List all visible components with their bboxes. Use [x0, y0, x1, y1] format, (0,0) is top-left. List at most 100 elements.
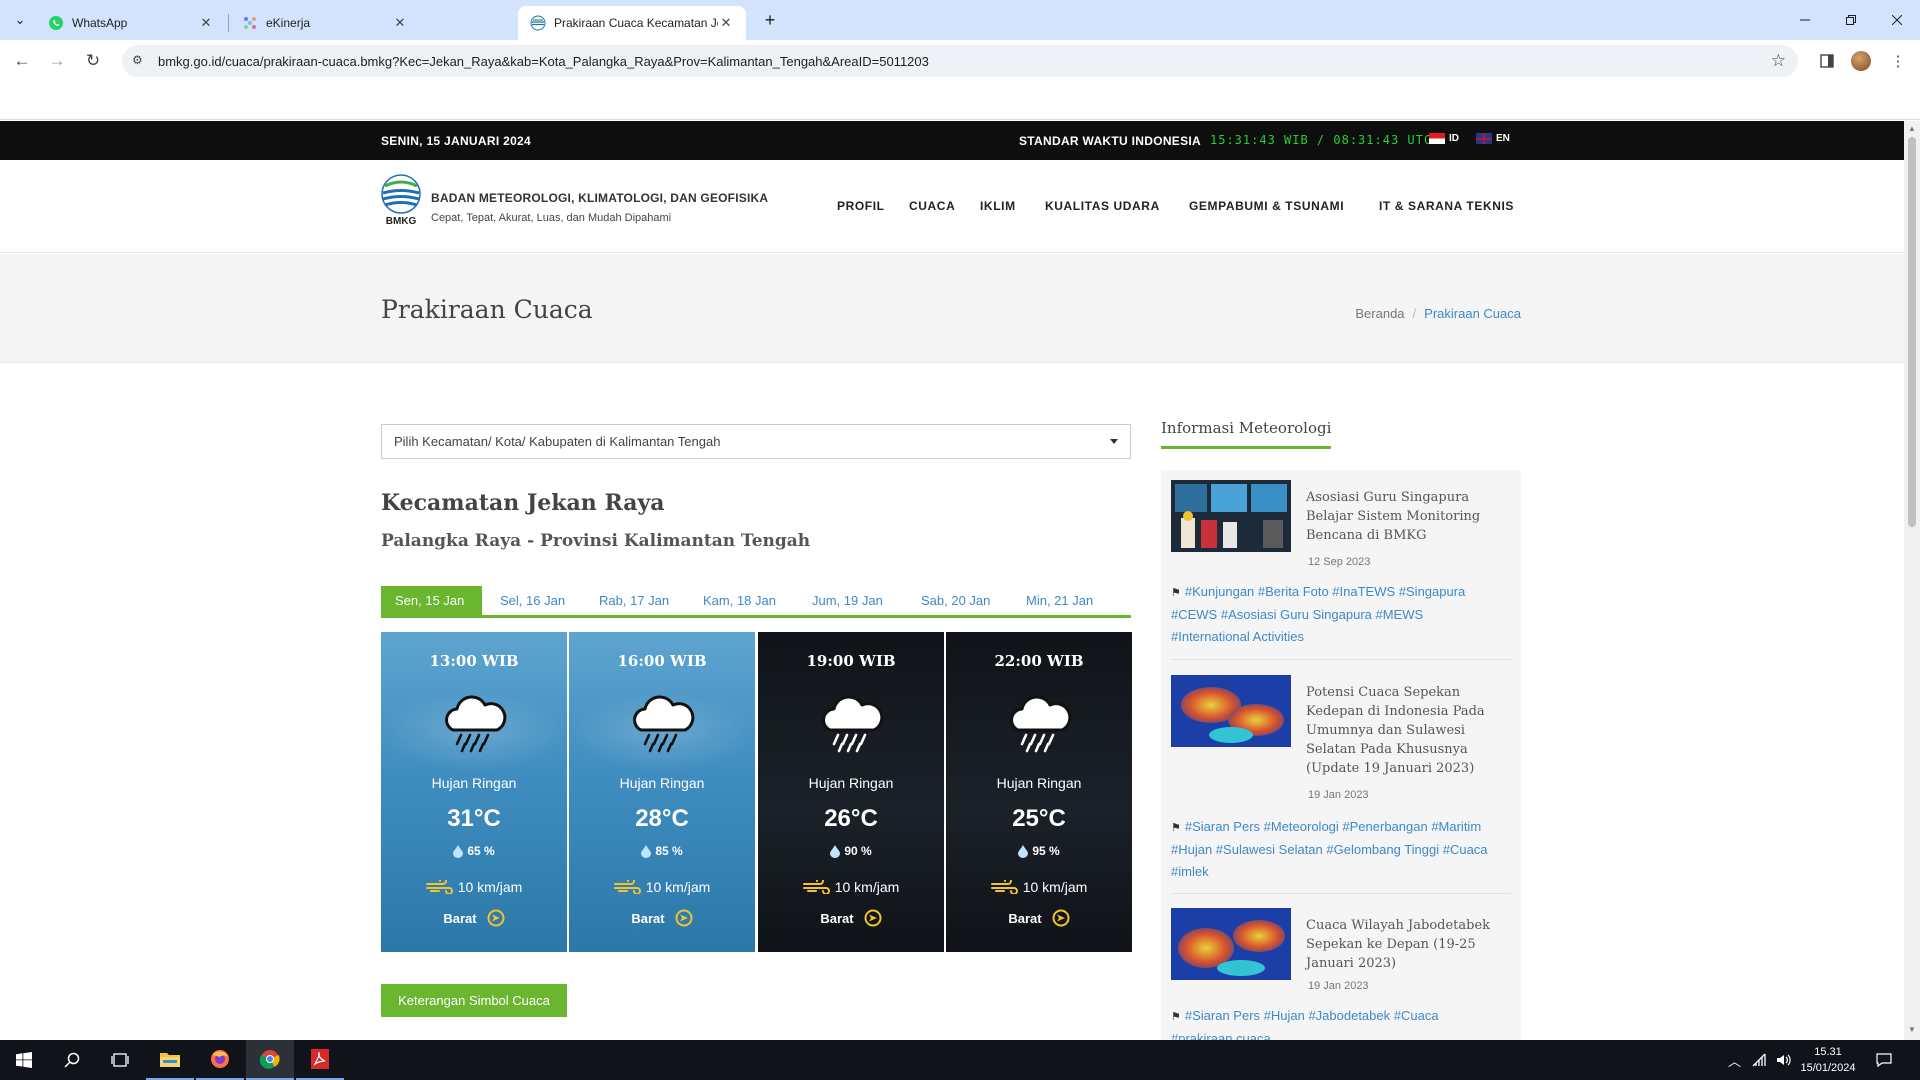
wind-direction: Barat	[631, 910, 665, 926]
scroll-thumb[interactable]	[1908, 137, 1916, 527]
light-rain-cloud-icon	[1010, 695, 1072, 753]
back-button[interactable]: ←	[10, 49, 34, 73]
task-view-icon	[111, 1053, 129, 1067]
news-tag-list[interactable]: #Siaran Pers #Meteorologi #Penerbangan #…	[1171, 819, 1488, 879]
tab-search-button[interactable]: ⌄	[8, 8, 32, 32]
notification-icon	[1876, 1053, 1892, 1068]
bmkg-icon	[530, 15, 546, 31]
forecast-condition: Hujan Ringan	[431, 775, 517, 791]
minimize-button[interactable]	[1782, 0, 1828, 40]
bookmark-star-icon[interactable]: ☆	[1771, 51, 1786, 71]
bmkg-logo[interactable]: BMKG	[381, 174, 421, 226]
reload-button[interactable]: ↻	[81, 49, 105, 73]
page-scrollbar[interactable]: ▲ ▼	[1904, 121, 1920, 1040]
site-info-icon[interactable]: ⚙	[132, 53, 148, 69]
water-drop-icon	[641, 844, 652, 858]
close-window-button[interactable]	[1874, 0, 1920, 40]
wind-icon	[802, 880, 830, 894]
menu-gempabumi-tsunami[interactable]: GEMPABUMI & TSUNAMI	[1189, 199, 1344, 213]
forecast-direction: Barat	[758, 909, 944, 927]
address-bar[interactable]: ⚙ ☆	[122, 45, 1798, 77]
news-thumbnail[interactable]	[1171, 908, 1291, 980]
side-panel-button[interactable]	[1815, 49, 1839, 73]
forecast-cards: 13:00 WIB Hujan Ringan 31°C 65 % 10 km/j…	[381, 632, 1132, 952]
forecast-direction: Barat	[946, 909, 1132, 927]
wind-icon	[990, 880, 1018, 894]
network-tray[interactable]	[1752, 1040, 1768, 1080]
lang-en-link[interactable]: EN	[1476, 133, 1510, 144]
news-tag-list[interactable]: #Siaran Pers #Hujan #Jabodetabek #Cuaca …	[1171, 1008, 1439, 1040]
wind-icon	[613, 880, 641, 894]
day-tab-rab[interactable]: Rab, 17 Jan	[585, 586, 683, 615]
forecast-time: 16:00 WIB	[617, 652, 707, 670]
day-tab-jum[interactable]: Jum, 19 Jan	[798, 586, 897, 615]
menu-cuaca[interactable]: CUACA	[909, 199, 955, 213]
news-thumbnail[interactable]	[1171, 675, 1291, 747]
new-tab-button[interactable]: +	[758, 8, 782, 32]
wind-direction-arrow-icon	[864, 909, 882, 927]
news-divider	[1171, 893, 1511, 894]
location-subtitle: Palangka Raya - Provinsi Kalimantan Teng…	[381, 531, 811, 551]
close-icon[interactable]: ✕	[392, 15, 408, 31]
tab-bmkg-active[interactable]: Prakiraan Cuaca Kecamatan Jek ✕	[518, 6, 746, 40]
task-view-button[interactable]	[96, 1040, 144, 1080]
profile-avatar[interactable]	[1851, 51, 1871, 71]
scroll-up-icon[interactable]: ▲	[1908, 125, 1916, 133]
scroll-down-icon[interactable]: ▼	[1908, 1026, 1916, 1034]
browser-tab-bar: ⌄ WhatsApp ✕ eKinerja ✕ Prakiraan Cuaca …	[0, 0, 1920, 40]
file-explorer-taskbar[interactable]	[146, 1040, 194, 1080]
close-icon	[1892, 15, 1902, 25]
forecast-condition: Hujan Ringan	[996, 775, 1082, 791]
day-tab-sab[interactable]: Sab, 20 Jan	[907, 586, 1004, 615]
menu-it-sarana-teknis[interactable]: IT & SARANA TEKNIS	[1379, 199, 1514, 213]
chrome-icon	[260, 1050, 280, 1069]
wind-direction: Barat	[820, 910, 854, 926]
tag-icon: ⚑	[1171, 822, 1181, 834]
restore-icon	[1846, 15, 1856, 25]
menu-profil[interactable]: PROFIL	[837, 199, 885, 213]
search-button[interactable]	[48, 1040, 96, 1080]
chrome-taskbar[interactable]	[246, 1040, 294, 1080]
volume-tray[interactable]	[1776, 1040, 1792, 1080]
start-button[interactable]	[0, 1040, 48, 1080]
menu-button[interactable]: ⋮	[1886, 49, 1910, 73]
search-icon	[64, 1052, 80, 1068]
url-input[interactable]	[158, 45, 1718, 77]
pdf-reader-taskbar[interactable]	[296, 1040, 344, 1080]
tab-divider	[228, 14, 229, 32]
news-title[interactable]: Potensi Cuaca Sepekan Kedepan di Indones…	[1306, 683, 1506, 778]
lang-en-label: EN	[1496, 133, 1510, 144]
day-tab-kam[interactable]: Kam, 18 Jan	[689, 586, 790, 615]
menu-kualitas-udara[interactable]: KUALITAS UDARA	[1045, 199, 1160, 213]
breadcrumb-home[interactable]: Beranda	[1355, 306, 1404, 321]
day-tab-sel[interactable]: Sel, 16 Jan	[486, 586, 579, 615]
day-tab-min[interactable]: Min, 21 Jan	[1012, 586, 1107, 615]
wind-direction: Barat	[1008, 910, 1042, 926]
news-tag-list[interactable]: #Kunjungan #Berita Foto #InaTEWS #Singap…	[1171, 584, 1465, 644]
news-thumbnail[interactable]	[1171, 480, 1291, 552]
tab-ekinerja[interactable]: eKinerja ✕	[230, 6, 420, 40]
restore-button[interactable]	[1828, 0, 1874, 40]
menu-iklim[interactable]: IKLIM	[980, 199, 1016, 213]
wind-speed: 10 km/jam	[645, 879, 711, 895]
forward-button[interactable]: →	[45, 49, 69, 73]
forecast-condition: Hujan Ringan	[808, 775, 894, 791]
tab-title: Prakiraan Cuaca Kecamatan Jek	[554, 16, 718, 30]
tab-whatsapp[interactable]: WhatsApp ✕	[36, 6, 226, 40]
forecast-temperature: 28°C	[635, 805, 689, 832]
system-clock[interactable]: 15.31 15/01/2024	[1796, 1044, 1860, 1076]
tray-chevron[interactable]: ︿	[1728, 1040, 1741, 1080]
news-title[interactable]: Cuaca Wilayah Jabodetabek Sepekan ke Dep…	[1306, 916, 1506, 973]
weather-symbol-legend-button[interactable]: Keterangan Simbol Cuaca	[381, 984, 567, 1017]
news-title[interactable]: Asosiasi Guru Singapura Belajar Sistem M…	[1306, 488, 1506, 545]
lang-id-link[interactable]: ID	[1429, 133, 1459, 144]
firefox-taskbar[interactable]	[196, 1040, 244, 1080]
forecast-direction: Barat	[381, 909, 567, 927]
kecamatan-title: Kecamatan Jekan Raya	[381, 490, 665, 516]
day-tab-sen[interactable]: Sen, 15 Jan	[381, 586, 482, 615]
location-select[interactable]: Pilih Kecamatan/ Kota/ Kabupaten di Kali…	[381, 424, 1131, 459]
whatsapp-icon	[49, 16, 63, 30]
close-icon[interactable]: ✕	[198, 15, 214, 31]
close-icon[interactable]: ✕	[718, 15, 734, 31]
notification-center[interactable]	[1876, 1040, 1892, 1080]
